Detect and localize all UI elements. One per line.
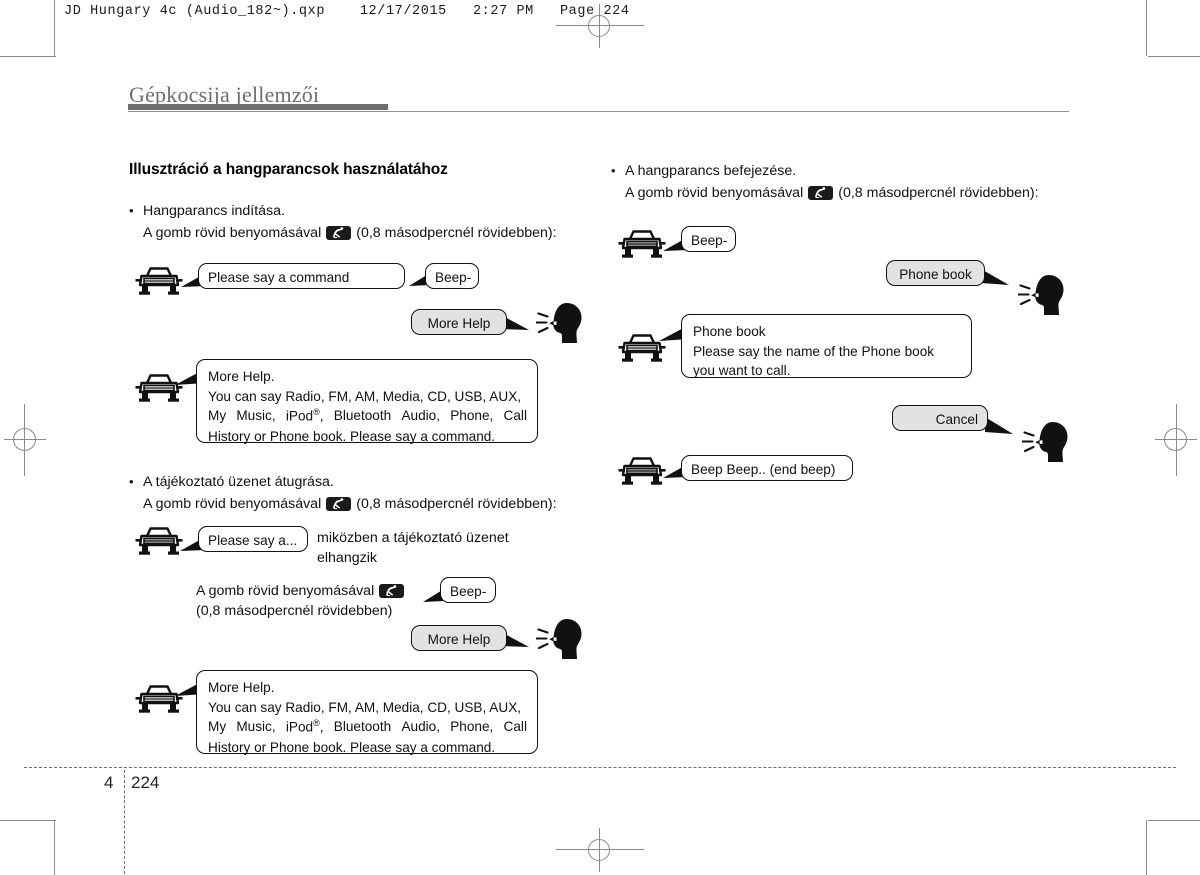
help-line-2: My Music, iPod®, Bluetooth Audio, Phone,…	[208, 717, 527, 737]
crop-mark-bottom-right-horizontal	[1148, 820, 1200, 821]
section-heading: Illusztráció a hangparancsok használatáh…	[129, 161, 448, 178]
car-icon	[616, 226, 668, 267]
car-icon	[616, 453, 668, 494]
bullet-dot-icon: •	[129, 203, 134, 218]
phone-book-reply-line-1: Phone book	[693, 324, 766, 339]
help-line-3: History or Phone book. Please say a comm…	[208, 739, 496, 755]
bubble-phone-book-reply: Phone book Please say the name of the Ph…	[681, 314, 972, 378]
help-line-1: You can say Radio, FM, AM, Media, CD, US…	[208, 388, 522, 404]
help-line-2-word-call: Call	[503, 719, 527, 735]
help-line-2-word-music: Music,	[236, 719, 276, 735]
step-2-bullet-text: A tájékoztató üzenet átugrása.	[143, 474, 334, 490]
help-line-2-word-my: My	[208, 408, 227, 424]
step-2-block: • A tájékoztató üzenet átugrása. A gomb …	[129, 472, 557, 515]
bullet-dot-icon: •	[129, 474, 134, 489]
bubble-please-say-partial: Please say a...	[198, 526, 308, 552]
registration-bottom-circle	[588, 839, 610, 861]
crop-mark-top-left-vertical	[54, 0, 55, 56]
step-2-side-note-line-1: miközben a tájékoztató üzenet	[317, 530, 509, 546]
crop-mark-top-left-horizontal	[0, 56, 56, 57]
bubble-please-say-command: Please say a command	[198, 263, 405, 289]
step-3-bullet-row: • A hangparancs befejezése.	[611, 161, 1039, 183]
step-2-press2-line-1: A gomb rövid benyomásával	[196, 581, 409, 602]
bubble-beep-step3: Beep-	[681, 226, 736, 252]
registration-left-circle	[13, 428, 36, 451]
voice-command-button-icon	[379, 584, 405, 599]
speaking-head-icon	[535, 617, 586, 666]
step-3-press-instruction: A gomb rövid benyomásával (0,8 másodperc…	[625, 183, 1039, 205]
phone-book-reply-line-3: you want to call.	[693, 363, 791, 379]
step-2-press-instruction: A gomb rövid benyomásával (0,8 másodperc…	[143, 494, 557, 516]
print-job-header: JD Hungary 4c (Audio_182~).qxp 12/17/201…	[64, 4, 630, 19]
step-1-press-instruction: A gomb rövid benyomásával (0,8 másodperc…	[143, 223, 557, 245]
car-icon	[133, 263, 185, 304]
step-3-bullet-text: A hangparancs befejezése.	[625, 163, 797, 179]
step-3-press-prefix: A gomb rövid benyomásával	[625, 184, 804, 201]
bubble-cancel-user: Cancel	[892, 405, 988, 431]
help-line-2-word-audio: Audio,	[401, 408, 440, 424]
bubble-more-help-user-2: More Help	[411, 625, 507, 651]
bubble-more-help-detail-1: More Help. You can say Radio, FM, AM, Me…	[196, 359, 538, 444]
bullet-dot-icon: •	[611, 163, 616, 178]
phone-book-reply-line-2: Please say the name of the Phone book	[693, 343, 935, 359]
bubble-more-help-detail-2: More Help. You can say Radio, FM, AM, Me…	[196, 670, 538, 755]
chapter-number: 4	[104, 773, 114, 792]
help-line-3: History or Phone book. Please say a comm…	[208, 428, 496, 444]
registered-mark-icon: ®	[313, 407, 320, 418]
help-line-2-word-ipod: iPod®,	[285, 407, 324, 424]
step-2-press-suffix: (0,8 másodpercnél rövidebben):	[356, 495, 557, 512]
help-line-2-word-audio: Audio,	[401, 719, 440, 735]
step-3-block: • A hangparancs befejezése. A gomb rövid…	[611, 161, 1039, 204]
footer-divider	[124, 770, 125, 874]
page-number: 224	[131, 773, 160, 792]
step-2-press2-line-2: (0,8 másodpercnél rövidebben)	[196, 603, 393, 619]
voice-command-button-icon	[326, 226, 352, 241]
step-1-block: • Hangparancs indítása. A gomb rövid ben…	[129, 201, 557, 244]
help-title-2: More Help.	[208, 680, 275, 695]
title-rule-accent	[128, 104, 388, 110]
voice-command-button-icon	[326, 497, 352, 512]
step-1-press-suffix: (0,8 másodpercnél rövidebben):	[356, 224, 557, 241]
step-1-bullet-text: Hangparancs indítása.	[143, 203, 285, 219]
crop-mark-bottom-left-vertical	[54, 820, 55, 875]
help-line-1: You can say Radio, FM, AM, Media, CD, US…	[208, 699, 522, 715]
help-line-2-word-bluetooth: Bluetooth	[333, 408, 392, 424]
registered-mark-icon: ®	[313, 718, 320, 729]
crop-mark-bottom-left-horizontal	[0, 820, 56, 821]
speaking-head-icon	[535, 301, 586, 350]
help-line-2: My Music, iPod®, Bluetooth Audio, Phone,…	[208, 406, 527, 426]
step-2-press2-prefix: A gomb rövid benyomásával	[196, 583, 375, 599]
speaking-head-icon	[1017, 273, 1068, 322]
bubble-beep-step1: Beep-	[425, 263, 479, 289]
bubble-beep-step2: Beep-	[440, 577, 496, 603]
step-3-press-suffix: (0,8 másodpercnél rövidebben):	[838, 184, 1039, 201]
manual-page: JD Hungary 4c (Audio_182~).qxp 12/17/201…	[0, 0, 1200, 875]
step-2-bullet-row: • A tájékoztató üzenet átugrása.	[129, 472, 557, 494]
help-line-2-word-phone: Phone,	[450, 408, 494, 424]
speaking-head-icon	[1021, 420, 1072, 469]
help-line-2-word-my: My	[208, 719, 227, 735]
help-line-2-word-call: Call	[503, 408, 527, 424]
step-1-bullet-row: • Hangparancs indítása.	[129, 201, 557, 223]
footer-rule	[24, 767, 1176, 768]
title-rule-line	[128, 111, 1069, 112]
help-line-2-word-music: Music,	[236, 408, 276, 424]
crop-mark-bottom-right-vertical	[1146, 820, 1147, 875]
crop-mark-top-right-horizontal	[1148, 56, 1200, 57]
registration-right-circle	[1164, 428, 1187, 451]
help-title-1: More Help.	[208, 369, 275, 384]
help-line-2-word-ipod: iPod®,	[285, 718, 324, 735]
step-2-side-note-line-2: elhangzik	[317, 550, 377, 566]
bubble-more-help-user-1: More Help	[411, 309, 507, 335]
bubble-end-beep: Beep Beep.. (end beep)	[681, 455, 853, 481]
car-icon	[133, 523, 185, 564]
bubble-phone-book-user: Phone book	[886, 260, 985, 286]
voice-command-button-icon	[808, 186, 834, 201]
step-2-press-prefix: A gomb rövid benyomásával	[143, 495, 322, 512]
help-line-2-word-bluetooth: Bluetooth	[333, 719, 392, 735]
step-1-press-prefix: A gomb rövid benyomásával	[143, 224, 322, 241]
help-line-2-word-phone: Phone,	[450, 719, 494, 735]
crop-mark-top-right-vertical	[1146, 0, 1147, 56]
